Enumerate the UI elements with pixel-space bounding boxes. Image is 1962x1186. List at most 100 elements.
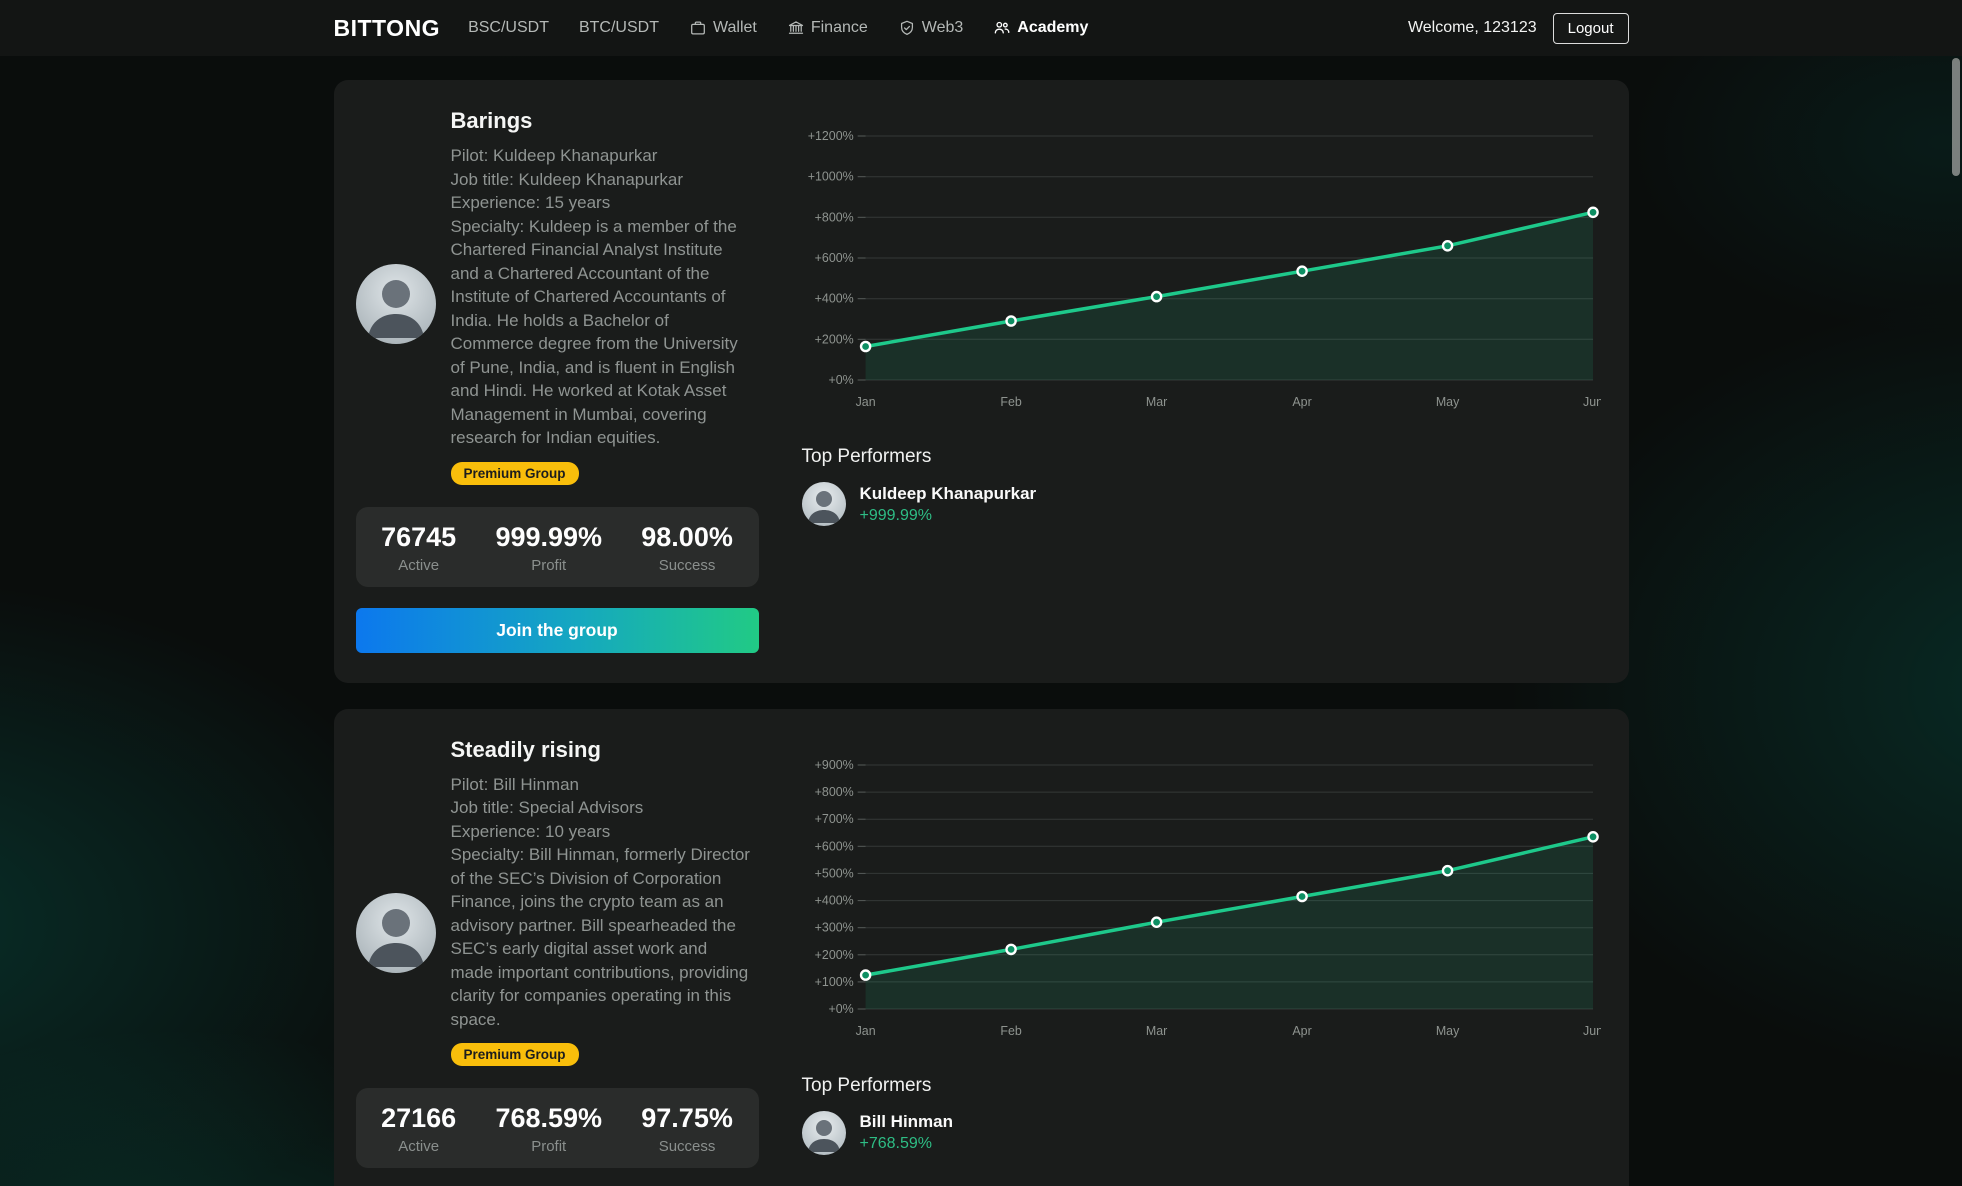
welcome-text: Welcome, 123123: [1408, 19, 1537, 37]
svg-text:+700%: +700%: [814, 812, 853, 826]
group-card-list: Barings Pilot: Kuldeep Khanapurkar Job t…: [334, 56, 1629, 1186]
svg-text:+400%: +400%: [814, 893, 853, 907]
stat-value: 999.99%: [495, 522, 602, 553]
nav-academy[interactable]: Academy: [993, 19, 1088, 37]
performer-change: +768.59%: [860, 1135, 954, 1153]
svg-text:Mar: Mar: [1145, 1023, 1166, 1037]
nav-btc-usdt[interactable]: BTC/USDT: [579, 19, 659, 37]
nav-bsc-usdt[interactable]: BSC/USDT: [468, 19, 549, 37]
svg-text:+800%: +800%: [814, 785, 853, 799]
experience-line: Experience: 10 years: [451, 820, 751, 844]
logout-button[interactable]: Logout: [1553, 13, 1629, 44]
performer-name: Kuldeep Khanapurkar: [860, 484, 1037, 504]
main-nav: BSC/USDT BTC/USDT Wallet: [468, 19, 1088, 37]
svg-text:May: May: [1435, 1023, 1459, 1037]
job-title-line: Job title: Special Advisors: [451, 796, 751, 820]
pilot-avatar: [356, 264, 436, 344]
performer-avatar: [802, 1111, 846, 1155]
stat-label: Profit: [495, 1138, 602, 1155]
group-performance: +900%+800%+700%+600%+500%+400%+300%+200%…: [762, 735, 1605, 1186]
nav-wallet[interactable]: Wallet: [689, 19, 757, 37]
performance-chart: +900%+800%+700%+600%+500%+400%+300%+200%…: [802, 749, 1601, 1049]
nav-finance[interactable]: Finance: [787, 19, 868, 37]
svg-text:+800%: +800%: [814, 210, 853, 224]
svg-text:+400%: +400%: [814, 292, 853, 306]
wallet-icon: [689, 19, 707, 37]
group-profile: Steadily rising Pilot: Bill Hinman Job t…: [356, 735, 762, 1186]
svg-text:+1200%: +1200%: [807, 129, 853, 143]
stat-value: 98.00%: [641, 522, 733, 553]
brand-logo: BITTONG: [334, 15, 441, 42]
premium-group-badge: Premium Group: [451, 1043, 579, 1066]
performer-details: Bill Hinman +768.59%: [860, 1112, 954, 1153]
stat-success: 97.75% Success: [641, 1103, 733, 1155]
svg-text:+600%: +600%: [814, 839, 853, 853]
group-card: Steadily rising Pilot: Bill Hinman Job t…: [334, 709, 1629, 1186]
nav-label: Finance: [811, 19, 868, 37]
job-title-line: Job title: Kuldeep Khanapurkar: [451, 168, 751, 192]
svg-text:+100%: +100%: [814, 974, 853, 988]
svg-text:+1000%: +1000%: [807, 170, 853, 184]
group-profile: Barings Pilot: Kuldeep Khanapurkar Job t…: [356, 106, 762, 653]
top-performer-row: Bill Hinman +768.59%: [802, 1111, 1601, 1155]
page-scrollbar[interactable]: [1952, 58, 1960, 1178]
svg-text:+500%: +500%: [814, 866, 853, 880]
join-group-button[interactable]: Join the group: [356, 608, 759, 653]
top-performers-title: Top Performers: [802, 446, 1601, 468]
scrollbar-thumb[interactable]: [1952, 58, 1960, 176]
pilot-line: Pilot: Kuldeep Khanapurkar: [451, 144, 751, 168]
group-title: Barings: [451, 108, 762, 134]
specialty-line: Specialty: Bill Hinman, formerly Directo…: [451, 843, 751, 1031]
svg-text:Feb: Feb: [1000, 1023, 1021, 1037]
stat-label: Active: [381, 1138, 456, 1155]
group-performance: +1200% +1000% +800% +600% +400% +200% +0%Jan Fe…: [762, 106, 1605, 653]
group-card: Barings Pilot: Kuldeep Khanapurkar Job t…: [334, 80, 1629, 683]
top-performers-title: Top Performers: [802, 1075, 1601, 1097]
nav-label: Wallet: [713, 19, 757, 37]
stat-profit: 999.99% Profit: [495, 522, 602, 574]
stat-value: 76745: [381, 522, 456, 553]
people-icon: [993, 19, 1011, 37]
nav-label: BTC/USDT: [579, 19, 659, 37]
svg-text:Mar: Mar: [1145, 395, 1166, 409]
stat-value: 27166: [381, 1103, 456, 1134]
nav-web3[interactable]: Web3: [898, 19, 964, 37]
svg-text:Jun: Jun: [1583, 395, 1601, 409]
svg-text:Apr: Apr: [1292, 395, 1311, 409]
svg-text:+200%: +200%: [814, 332, 853, 346]
nav-label: Academy: [1017, 19, 1088, 37]
performer-change: +999.99%: [860, 507, 1037, 525]
svg-text:Feb: Feb: [1000, 395, 1021, 409]
performer-avatar: [802, 482, 846, 526]
pilot-line: Pilot: Bill Hinman: [451, 773, 751, 797]
svg-text:+0%: +0%: [828, 373, 853, 387]
stat-label: Active: [381, 557, 456, 574]
nav-label: BSC/USDT: [468, 19, 549, 37]
performer-details: Kuldeep Khanapurkar +999.99%: [860, 484, 1037, 525]
stat-label: Success: [641, 1138, 733, 1155]
svg-text:Jun: Jun: [1583, 1023, 1601, 1037]
svg-text:Jan: Jan: [855, 395, 875, 409]
svg-text:Apr: Apr: [1292, 1023, 1311, 1037]
svg-text:May: May: [1435, 395, 1459, 409]
stat-active: 76745 Active: [381, 522, 456, 574]
top-performer-row: Kuldeep Khanapurkar +999.99%: [802, 482, 1601, 526]
academy-page: BITTONG BSC/USDT BTC/USDT Wallet: [0, 0, 1962, 1186]
shield-check-icon: [898, 19, 916, 37]
bank-icon: [787, 19, 805, 37]
stat-value: 768.59%: [495, 1103, 602, 1134]
svg-text:+600%: +600%: [814, 251, 853, 265]
pilot-info: Pilot: Bill Hinman Job title: Special Ad…: [451, 773, 751, 1032]
stats-panel: 27166 Active 768.59% Profit 97.75% Succe…: [356, 1088, 759, 1168]
specialty-line: Specialty: Kuldeep is a member of the Ch…: [451, 215, 751, 450]
svg-text:+0%: +0%: [828, 1001, 853, 1015]
stat-profit: 768.59% Profit: [495, 1103, 602, 1155]
performer-name: Bill Hinman: [860, 1112, 954, 1132]
stats-panel: 76745 Active 999.99% Profit 98.00% Succe…: [356, 507, 759, 587]
nav-label: Web3: [922, 19, 964, 37]
pilot-info: Pilot: Kuldeep Khanapurkar Job title: Ku…: [451, 144, 751, 450]
group-title: Steadily rising: [451, 737, 762, 763]
svg-text:+900%: +900%: [814, 757, 853, 771]
svg-text:Jan: Jan: [855, 1023, 875, 1037]
premium-group-badge: Premium Group: [451, 462, 579, 485]
